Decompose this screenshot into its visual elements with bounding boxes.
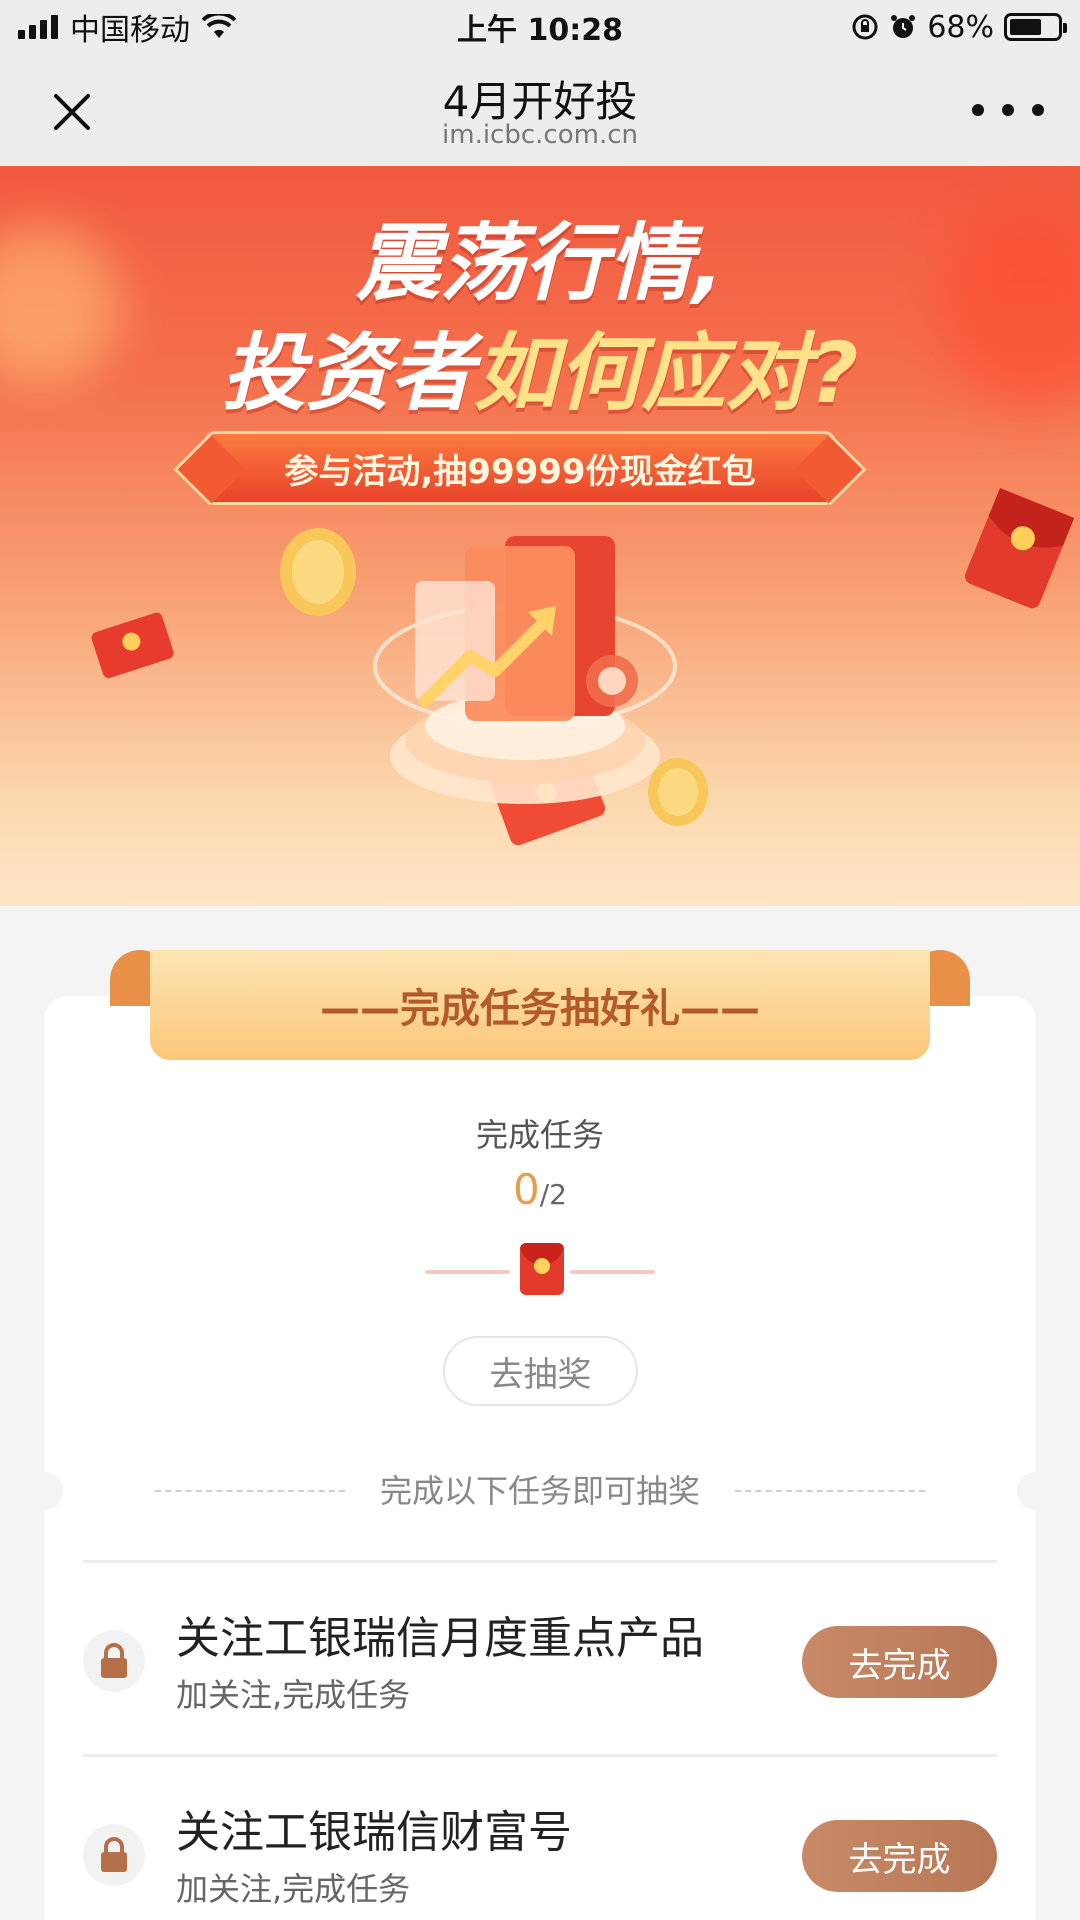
status-right: 68% <box>851 9 1067 45</box>
task-item: 关注工银瑞信财富号 加关注,完成任务 去完成 <box>83 1782 997 1920</box>
lock-icon <box>83 1824 145 1886</box>
ribbon-title: ——完成任务抽好礼—— <box>150 950 930 1060</box>
progress-total: /2 <box>539 1178 567 1211</box>
progress-label: 完成任务 <box>475 1116 604 1154</box>
list-divider <box>83 1754 997 1757</box>
complete-task-button[interactable]: 去完成 <box>802 1820 997 1892</box>
more-icon[interactable] <box>972 90 1044 130</box>
lock-icon <box>83 1630 145 1692</box>
carrier-name: 中国移动 <box>70 13 190 48</box>
task-ribbon: ——完成任务抽好礼—— <box>110 950 970 1060</box>
wifi-icon <box>202 14 236 38</box>
battery-percent: 68% <box>927 9 994 45</box>
complete-task-button[interactable]: 去完成 <box>802 1626 997 1698</box>
nav-bar: 4月开好投 im.icbc.com.cn <box>0 54 1080 166</box>
task-subtitle: 加关注,完成任务 <box>176 1676 411 1714</box>
task-divider: 完成以下任务即可抽奖 <box>27 1472 1053 1510</box>
draw-button[interactable]: 去抽奖 <box>443 1336 638 1406</box>
investment-illustration <box>91 488 1075 846</box>
progress-track-right <box>570 1270 655 1274</box>
progress-done: 0 <box>513 1165 540 1214</box>
red-packet-icon <box>520 1243 564 1295</box>
progress-track-left <box>425 1270 510 1274</box>
list-divider <box>83 1560 997 1563</box>
page-domain: im.icbc.com.cn <box>442 120 638 150</box>
task-title: 关注工银瑞信月度重点产品 <box>176 1613 704 1664</box>
status-left: 中国移动 <box>18 5 851 49</box>
status-bar: 中国移动 上午 10:28 68% <box>0 0 1080 54</box>
promo-banner[interactable]: 震荡行情, 投资者如何应对? 参与活动,抽99999份现金红包 <box>0 166 1080 906</box>
signal-icon <box>18 15 58 39</box>
divider-text: 完成以下任务即可抽奖 <box>379 1472 700 1510</box>
promo-text: 参与活动,抽99999份现金红包 <box>284 451 756 492</box>
rotation-lock-icon <box>852 14 878 40</box>
task-subtitle: 加关注,完成任务 <box>176 1870 411 1908</box>
alarm-icon <box>891 15 916 38</box>
progress-count: 0/2 <box>0 1165 1080 1214</box>
task-item: 关注工银瑞信月度重点产品 加关注,完成任务 去完成 <box>83 1588 997 1738</box>
task-title: 关注工银瑞信财富号 <box>176 1807 572 1858</box>
battery-icon <box>1004 13 1067 41</box>
